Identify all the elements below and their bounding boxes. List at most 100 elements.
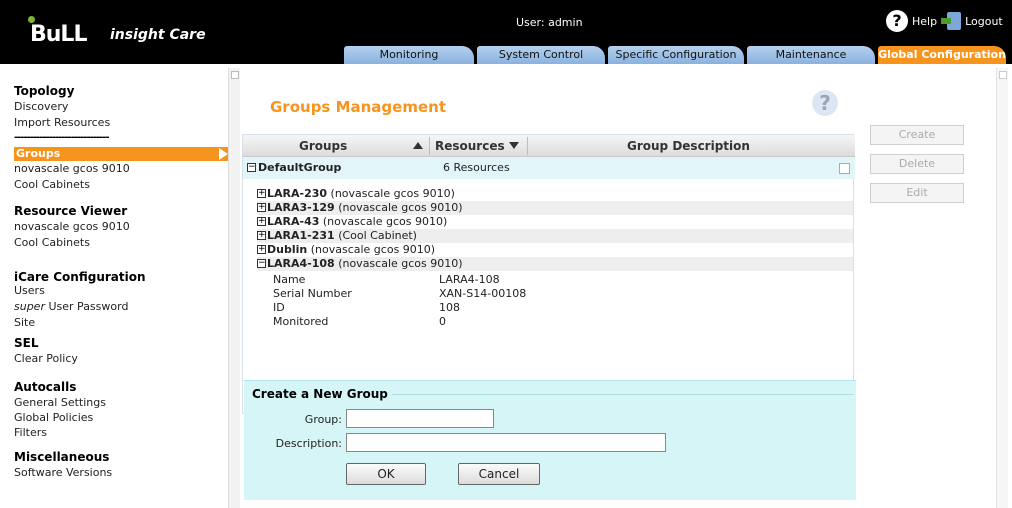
main-tabs: Monitoring System Control Specific Confi… (344, 46, 1006, 64)
selected-arrow-icon (219, 148, 228, 160)
sidebar-heading-miscellaneous: Miscellaneous (14, 450, 110, 464)
sidebar-heading-resource-viewer: Resource Viewer (14, 204, 128, 218)
sidebar-scrollbar[interactable] (228, 68, 240, 508)
help-question-icon[interactable]: ? (812, 90, 838, 116)
help-icon[interactable]: ? (886, 10, 908, 32)
sidebar-separator: ------------------------------ (14, 132, 110, 143)
detail-name-value: LARA4-108 (439, 273, 500, 286)
expand-icon[interactable]: + (257, 231, 266, 240)
group-name: DefaultGroup (258, 161, 342, 174)
sidebar-item-groups-label: Groups (16, 147, 61, 160)
resource-name: LARA3-129 (267, 201, 335, 214)
resource-name: LARA-230 (267, 187, 328, 200)
detail-serial-value: XAN-S14-00108 (439, 287, 527, 300)
sort-desc-icon[interactable] (509, 142, 519, 149)
sidebar-item-novascale-gcos[interactable]: novascale gcos 9010 (14, 162, 130, 175)
create-group-form: Create a New Group Group: Description: O… (244, 380, 856, 500)
sidebar: Topology Discovery Import Resources ----… (8, 68, 228, 508)
sidebar-item-users[interactable]: Users (14, 284, 45, 297)
detail-monitored-value: 0 (439, 315, 446, 328)
description-field-label: Description: (275, 437, 342, 450)
expand-icon[interactable]: + (257, 203, 266, 212)
sidebar-heading-sel: SEL (14, 336, 39, 350)
resource-row-lara-43[interactable]: + LARA-43 (novascale gcos 9010) (257, 215, 853, 229)
sidebar-item-viewer-cool-cabinets[interactable]: Cool Cabinets (14, 236, 90, 249)
scroll-up-icon[interactable] (231, 71, 239, 79)
sidebar-item-clear-policy[interactable]: Clear Policy (14, 352, 78, 365)
column-header-groups[interactable]: Groups (299, 139, 347, 153)
expand-icon[interactable]: + (257, 217, 266, 226)
sidebar-item-global-policies[interactable]: Global Policies (14, 411, 93, 424)
logout-icon[interactable] (941, 12, 962, 30)
description-input[interactable] (346, 433, 666, 452)
sidebar-item-software-versions[interactable]: Software Versions (14, 466, 112, 479)
ok-button[interactable]: OK (346, 463, 426, 485)
sidebar-item-groups[interactable]: Groups (14, 147, 228, 161)
sort-asc-icon[interactable] (413, 142, 423, 149)
resource-type: (novascale gcos 9010) (322, 215, 448, 228)
sidebar-heading-autocalls: Autocalls (14, 380, 77, 394)
header-bar: BuLL insight Care User: admin ? Help Log… (0, 0, 1012, 64)
group-checkbox[interactable] (839, 163, 850, 174)
group-input[interactable] (346, 409, 494, 428)
resource-row-dublin[interactable]: + Dublin (novascale gcos 9010) (257, 243, 853, 257)
sidebar-item-discovery[interactable]: Discovery (14, 100, 68, 113)
resource-type: (novascale gcos 9010) (338, 257, 463, 270)
sidebar-item-filters[interactable]: Filters (14, 426, 47, 439)
sidebar-item-site[interactable]: Site (14, 316, 35, 329)
table-row-default-group[interactable]: − DefaultGroup 6 Resources (243, 157, 855, 179)
bull-logo: BuLL (28, 16, 87, 47)
resource-row-lara4-108[interactable]: − LARA4-108 (novascale gcos 9010) (257, 257, 853, 271)
table-header: Groups Resources Group Description (243, 135, 855, 157)
edit-button[interactable]: Edit (870, 183, 964, 203)
form-title: Create a New Group (252, 387, 392, 401)
resource-name: LARA-43 (267, 215, 320, 228)
sidebar-item-super-user-password[interactable]: super User Password (14, 300, 128, 313)
column-divider (429, 137, 430, 155)
column-header-resources[interactable]: Resources (435, 139, 505, 153)
cancel-button[interactable]: Cancel (458, 463, 540, 485)
detail-id-label: ID (273, 301, 285, 314)
resource-type: (novascale gcos 9010) (310, 243, 436, 256)
help-link[interactable]: Help (912, 15, 937, 28)
super-word: super (14, 300, 45, 313)
group-resource-count: 6 Resources (443, 161, 510, 174)
sidebar-item-viewer-novascale[interactable]: novascale gcos 9010 (14, 220, 130, 233)
tab-global-configuration[interactable]: Global Configuration (878, 46, 1006, 64)
user-label: User: admin (516, 16, 583, 29)
collapse-icon[interactable]: − (257, 259, 266, 268)
resource-type: (Cool Cabinet) (338, 229, 417, 242)
scroll-up-icon[interactable] (999, 71, 1007, 79)
logo-dot-icon (28, 16, 35, 23)
detail-id-value: 108 (439, 301, 460, 314)
resource-row-lara1-231[interactable]: + LARA1-231 (Cool Cabinet) (257, 229, 853, 243)
detail-serial-label: Serial Number (273, 287, 352, 300)
brand-text: BuLL (30, 22, 87, 47)
groups-table: Groups Resources Group Description − Def… (242, 134, 855, 414)
sidebar-item-general-settings[interactable]: General Settings (14, 396, 106, 409)
detail-name-label: Name (273, 273, 306, 286)
main-scrollbar[interactable] (996, 68, 1008, 508)
expand-icon[interactable]: + (257, 245, 266, 254)
create-button[interactable]: Create (870, 125, 964, 145)
resource-row-lara-230[interactable]: + LARA-230 (novascale gcos 9010) (257, 187, 853, 201)
logout-link[interactable]: Logout (965, 15, 1003, 28)
detail-monitored-label: Monitored (273, 315, 329, 328)
tab-monitoring[interactable]: Monitoring (344, 46, 474, 64)
tab-system-control[interactable]: System Control (477, 46, 605, 64)
sidebar-item-cool-cabinets[interactable]: Cool Cabinets (14, 178, 90, 191)
resource-name: LARA4-108 (267, 257, 335, 270)
collapse-icon[interactable]: − (247, 163, 256, 172)
delete-button[interactable]: Delete (870, 154, 964, 174)
resource-type: (novascale gcos 9010) (338, 201, 463, 214)
sidebar-heading-topology: Topology (14, 84, 75, 98)
expand-icon[interactable]: + (257, 189, 266, 198)
column-header-description[interactable]: Group Description (627, 139, 750, 153)
page-title: Groups Management (270, 98, 446, 116)
resource-name: Dublin (267, 243, 308, 256)
resource-name: LARA1-231 (267, 229, 335, 242)
sidebar-item-import-resources[interactable]: Import Resources (14, 116, 110, 129)
resource-row-lara3-129[interactable]: + LARA3-129 (novascale gcos 9010) (257, 201, 853, 215)
tab-maintenance[interactable]: Maintenance (747, 46, 875, 64)
tab-specific-configuration[interactable]: Specific Configuration (608, 46, 744, 64)
